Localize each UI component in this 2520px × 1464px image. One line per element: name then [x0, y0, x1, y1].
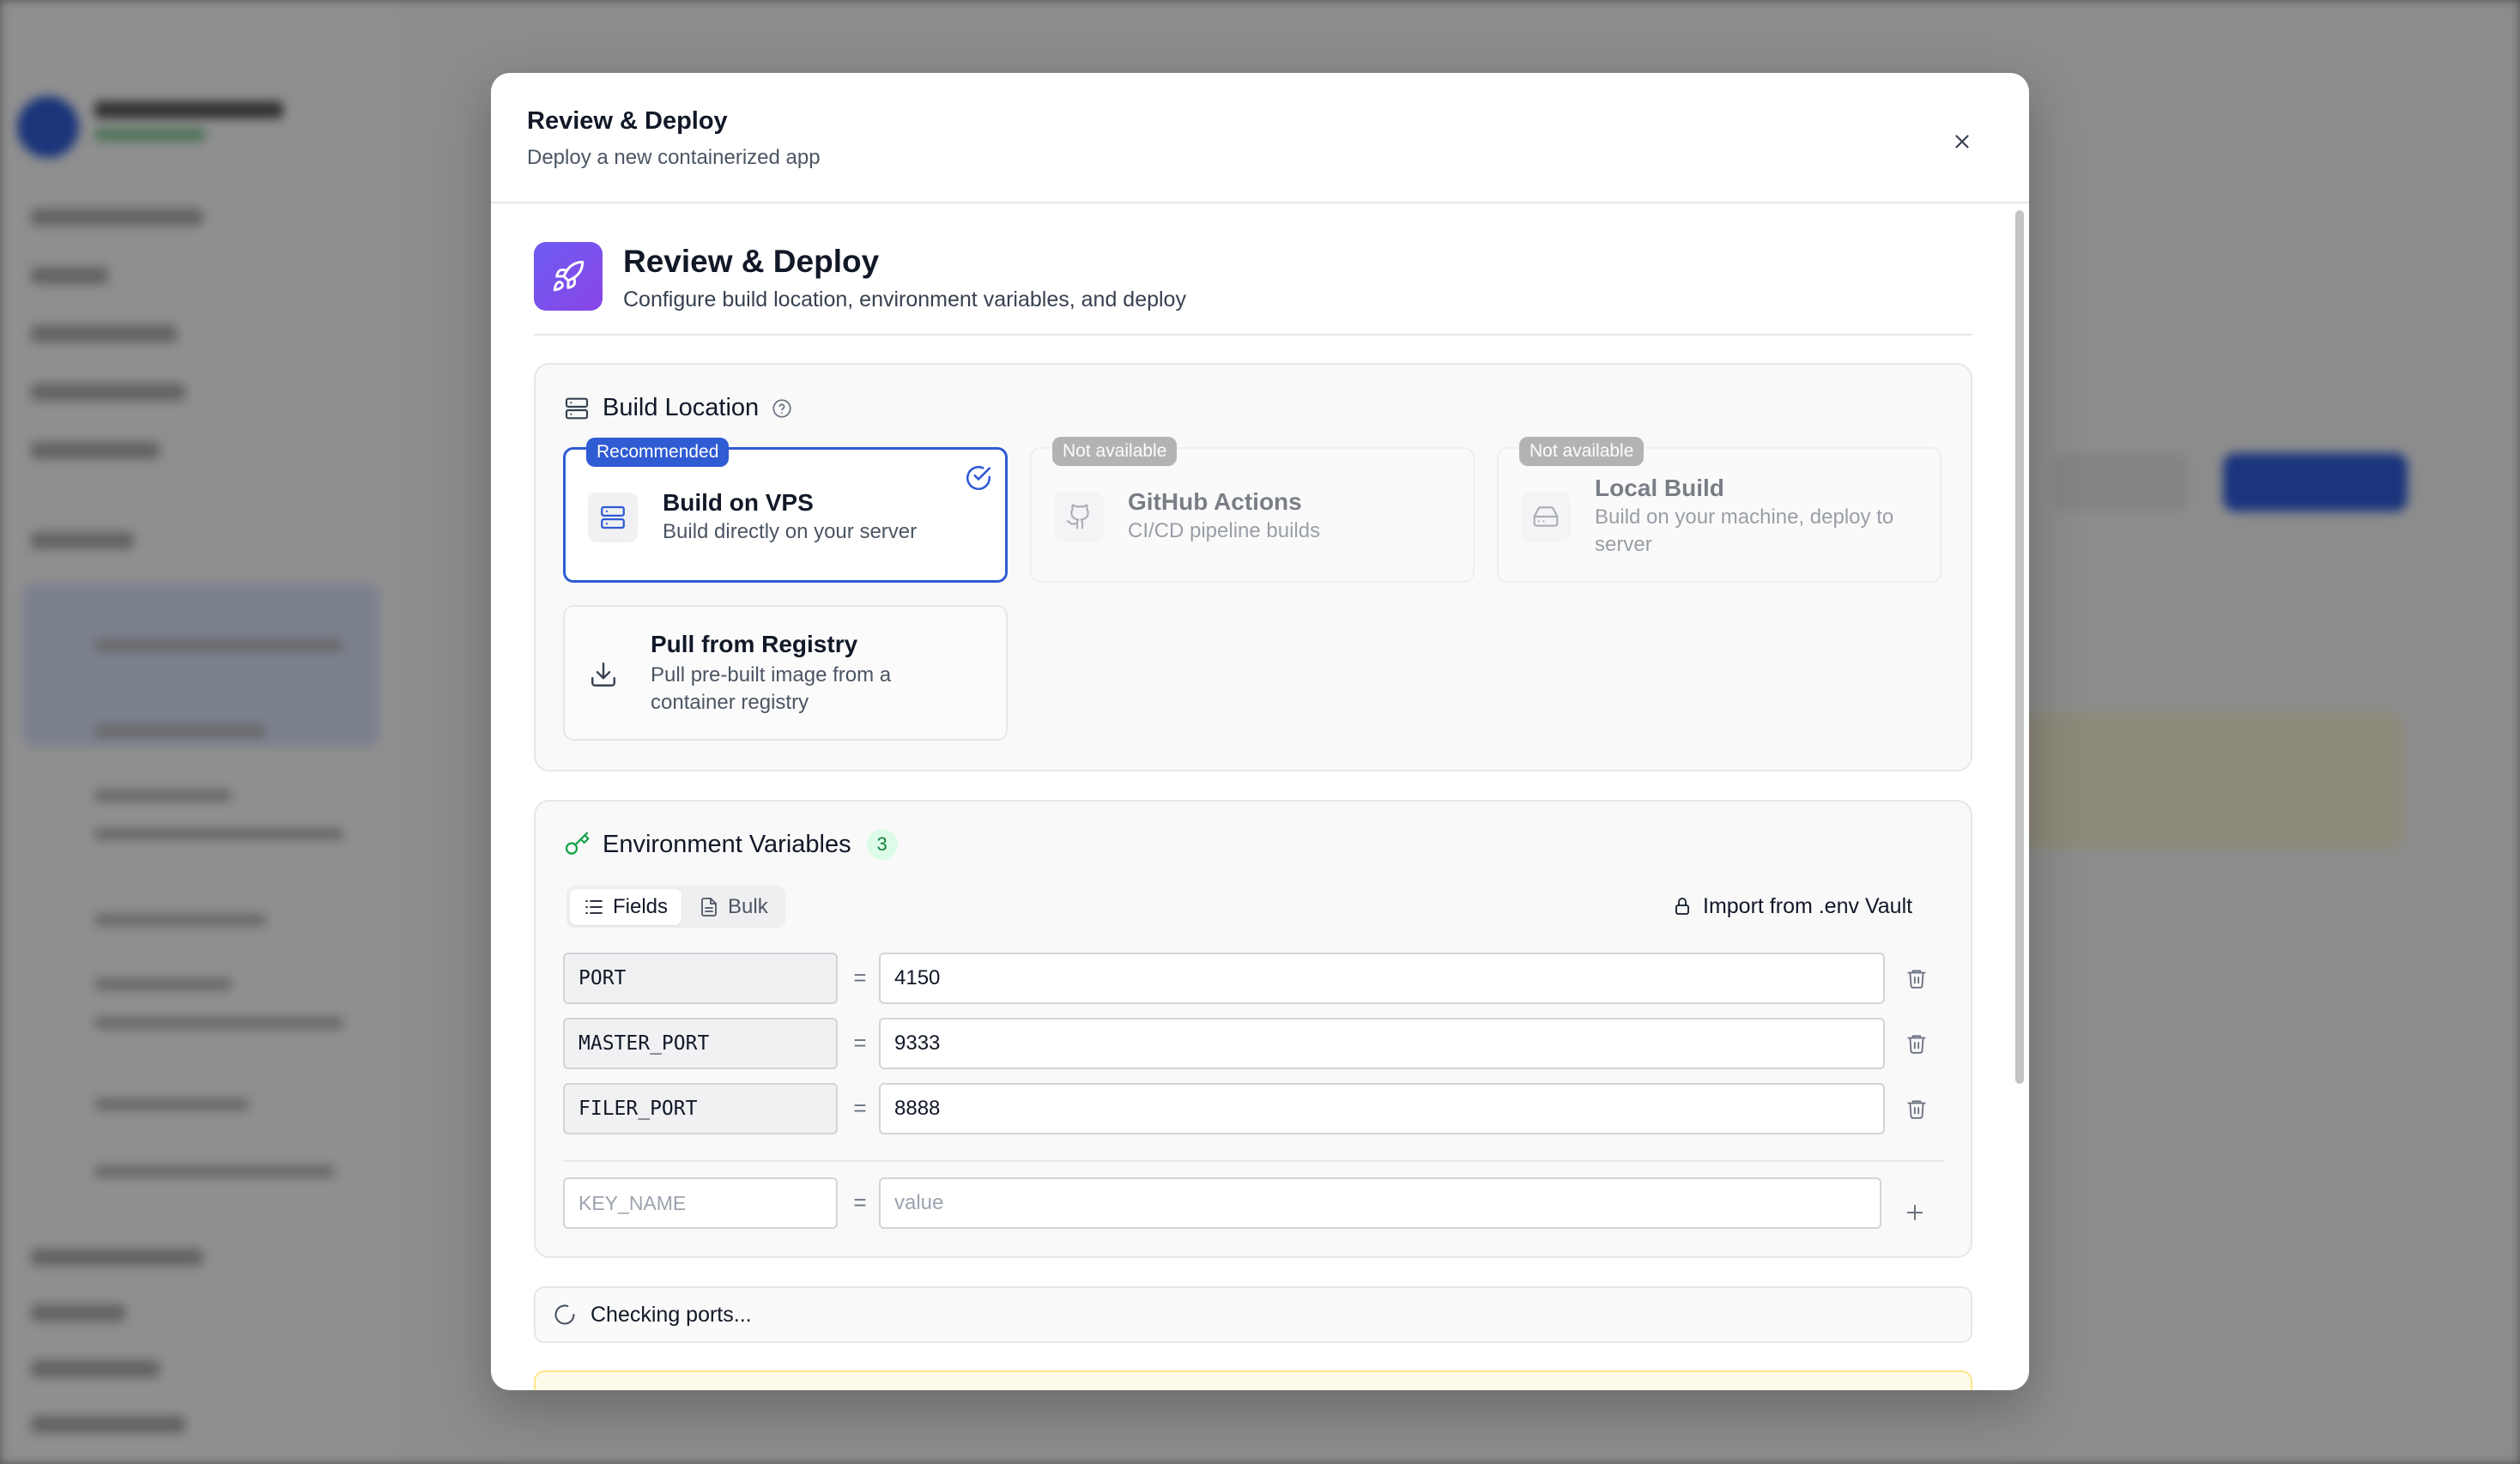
- option-description: Pull pre-built image from a container re…: [651, 663, 892, 714]
- hard-drive-icon: [1533, 506, 1559, 527]
- equals-sign: =: [853, 1030, 867, 1056]
- env-value-field[interactable]: 8888: [879, 1083, 1885, 1134]
- list-icon: [585, 900, 603, 914]
- mode-bulk-tab[interactable]: Bulk: [685, 889, 782, 925]
- env-label: Environment Variables: [603, 830, 851, 858]
- option-title: GitHub Actions: [1128, 488, 1302, 515]
- build-location-label: Build Location: [603, 394, 760, 421]
- equals-sign: =: [853, 965, 867, 990]
- scrollbar[interactable]: [2015, 210, 2024, 1084]
- modal-title: Review & Deploy: [527, 107, 728, 135]
- rocket-icon: [553, 260, 585, 292]
- mode-bulk-label: Bulk: [728, 895, 768, 918]
- modal-body[interactable]: Review & Deploy Configure build location…: [491, 205, 2029, 1390]
- rocket-icon-box: [534, 242, 603, 311]
- environment-variables-panel: Environment Variables 3 Fields Bulk Impo…: [534, 800, 1972, 1258]
- option-title: Build on VPS: [663, 489, 814, 516]
- env-key-field[interactable]: MASTER_PORT: [563, 1018, 838, 1069]
- trash-icon: [1907, 970, 1926, 989]
- option-description: Build directly on your server: [663, 520, 918, 543]
- env-header: Environment Variables 3: [563, 829, 898, 860]
- env-value-field[interactable]: 9333: [879, 1018, 1885, 1069]
- equals-sign: =: [853, 1189, 867, 1215]
- build-option-local: Not available Local Build Build on your …: [1497, 437, 1941, 583]
- build-option-registry[interactable]: Pull from Registry Pull pre-built image …: [563, 605, 1008, 741]
- not-available-badge: Not available: [1519, 437, 1645, 466]
- section-divider: [534, 334, 1972, 336]
- env-value-field[interactable]: 4150: [879, 953, 1885, 1004]
- modal-subtitle: Deploy a new containerized app: [527, 146, 821, 169]
- env-divider: [563, 1160, 1943, 1162]
- option-title: Local Build: [1595, 475, 1724, 501]
- build-option-github-actions: Not available GitHub Actions CI/CD pipel…: [1030, 437, 1475, 583]
- file-text-icon: [701, 898, 717, 917]
- import-env-vault-button[interactable]: Import from .env Vault: [1672, 889, 1912, 923]
- new-key-input[interactable]: [563, 1177, 838, 1229]
- loader-icon: [554, 1304, 575, 1325]
- delete-row-button[interactable]: [1902, 1029, 1931, 1058]
- review-deploy-modal: Review & Deploy Deploy a new containeriz…: [491, 73, 2029, 1390]
- env-mode-toggle: Fields Bulk: [566, 886, 785, 929]
- status-text: Checking ports...: [591, 1302, 752, 1327]
- server-icon: [601, 505, 625, 529]
- option-description: CI/CD pipeline builds: [1128, 519, 1321, 542]
- help-circle-icon[interactable]: [771, 397, 793, 420]
- lock-icon: [1675, 898, 1689, 915]
- check-circle-icon: [966, 465, 991, 491]
- recommended-badge: Recommended: [586, 438, 730, 467]
- env-key-field[interactable]: PORT: [563, 953, 838, 1004]
- not-available-badge: Not available: [1052, 437, 1178, 466]
- delete-row-button[interactable]: [1902, 964, 1931, 993]
- add-variable-button[interactable]: [1899, 1196, 1931, 1229]
- trash-icon: [1907, 1100, 1926, 1119]
- warning-panel: [534, 1370, 1972, 1390]
- option-description: Build on your machine, deploy to server: [1595, 505, 1894, 556]
- env-key-field[interactable]: FILER_PORT: [563, 1083, 838, 1134]
- build-location-panel: Build Location Recommended Build on VPS …: [534, 363, 1972, 771]
- close-icon: [1955, 135, 1969, 148]
- modal-header: Review & Deploy Deploy a new containeriz…: [491, 73, 2029, 203]
- mode-fields-label: Fields: [613, 895, 669, 918]
- close-button[interactable]: [1938, 118, 1986, 166]
- download-icon: [591, 662, 615, 687]
- env-count-badge: 3: [866, 829, 898, 860]
- section-subtitle: Configure build location, environment va…: [623, 287, 1186, 312]
- option-title: Pull from Registry: [651, 631, 858, 657]
- build-location-header: Build Location: [563, 394, 793, 422]
- key-icon: [565, 832, 590, 855]
- github-icon: [1066, 504, 1089, 529]
- plus-icon: [1906, 1204, 1923, 1221]
- new-value-input[interactable]: [879, 1177, 1881, 1229]
- equals-sign: =: [853, 1095, 867, 1121]
- trash-icon: [1907, 1035, 1926, 1054]
- build-option-vps[interactable]: Recommended Build on VPS Build directly …: [563, 438, 1008, 583]
- delete-row-button[interactable]: [1902, 1094, 1931, 1123]
- section-title: Review & Deploy: [623, 244, 880, 279]
- mode-fields-tab[interactable]: Fields: [570, 889, 682, 925]
- import-env-vault-label: Import from .env Vault: [1703, 893, 1913, 918]
- port-check-status: Checking ports...: [534, 1286, 1972, 1343]
- server-icon: [565, 397, 589, 419]
